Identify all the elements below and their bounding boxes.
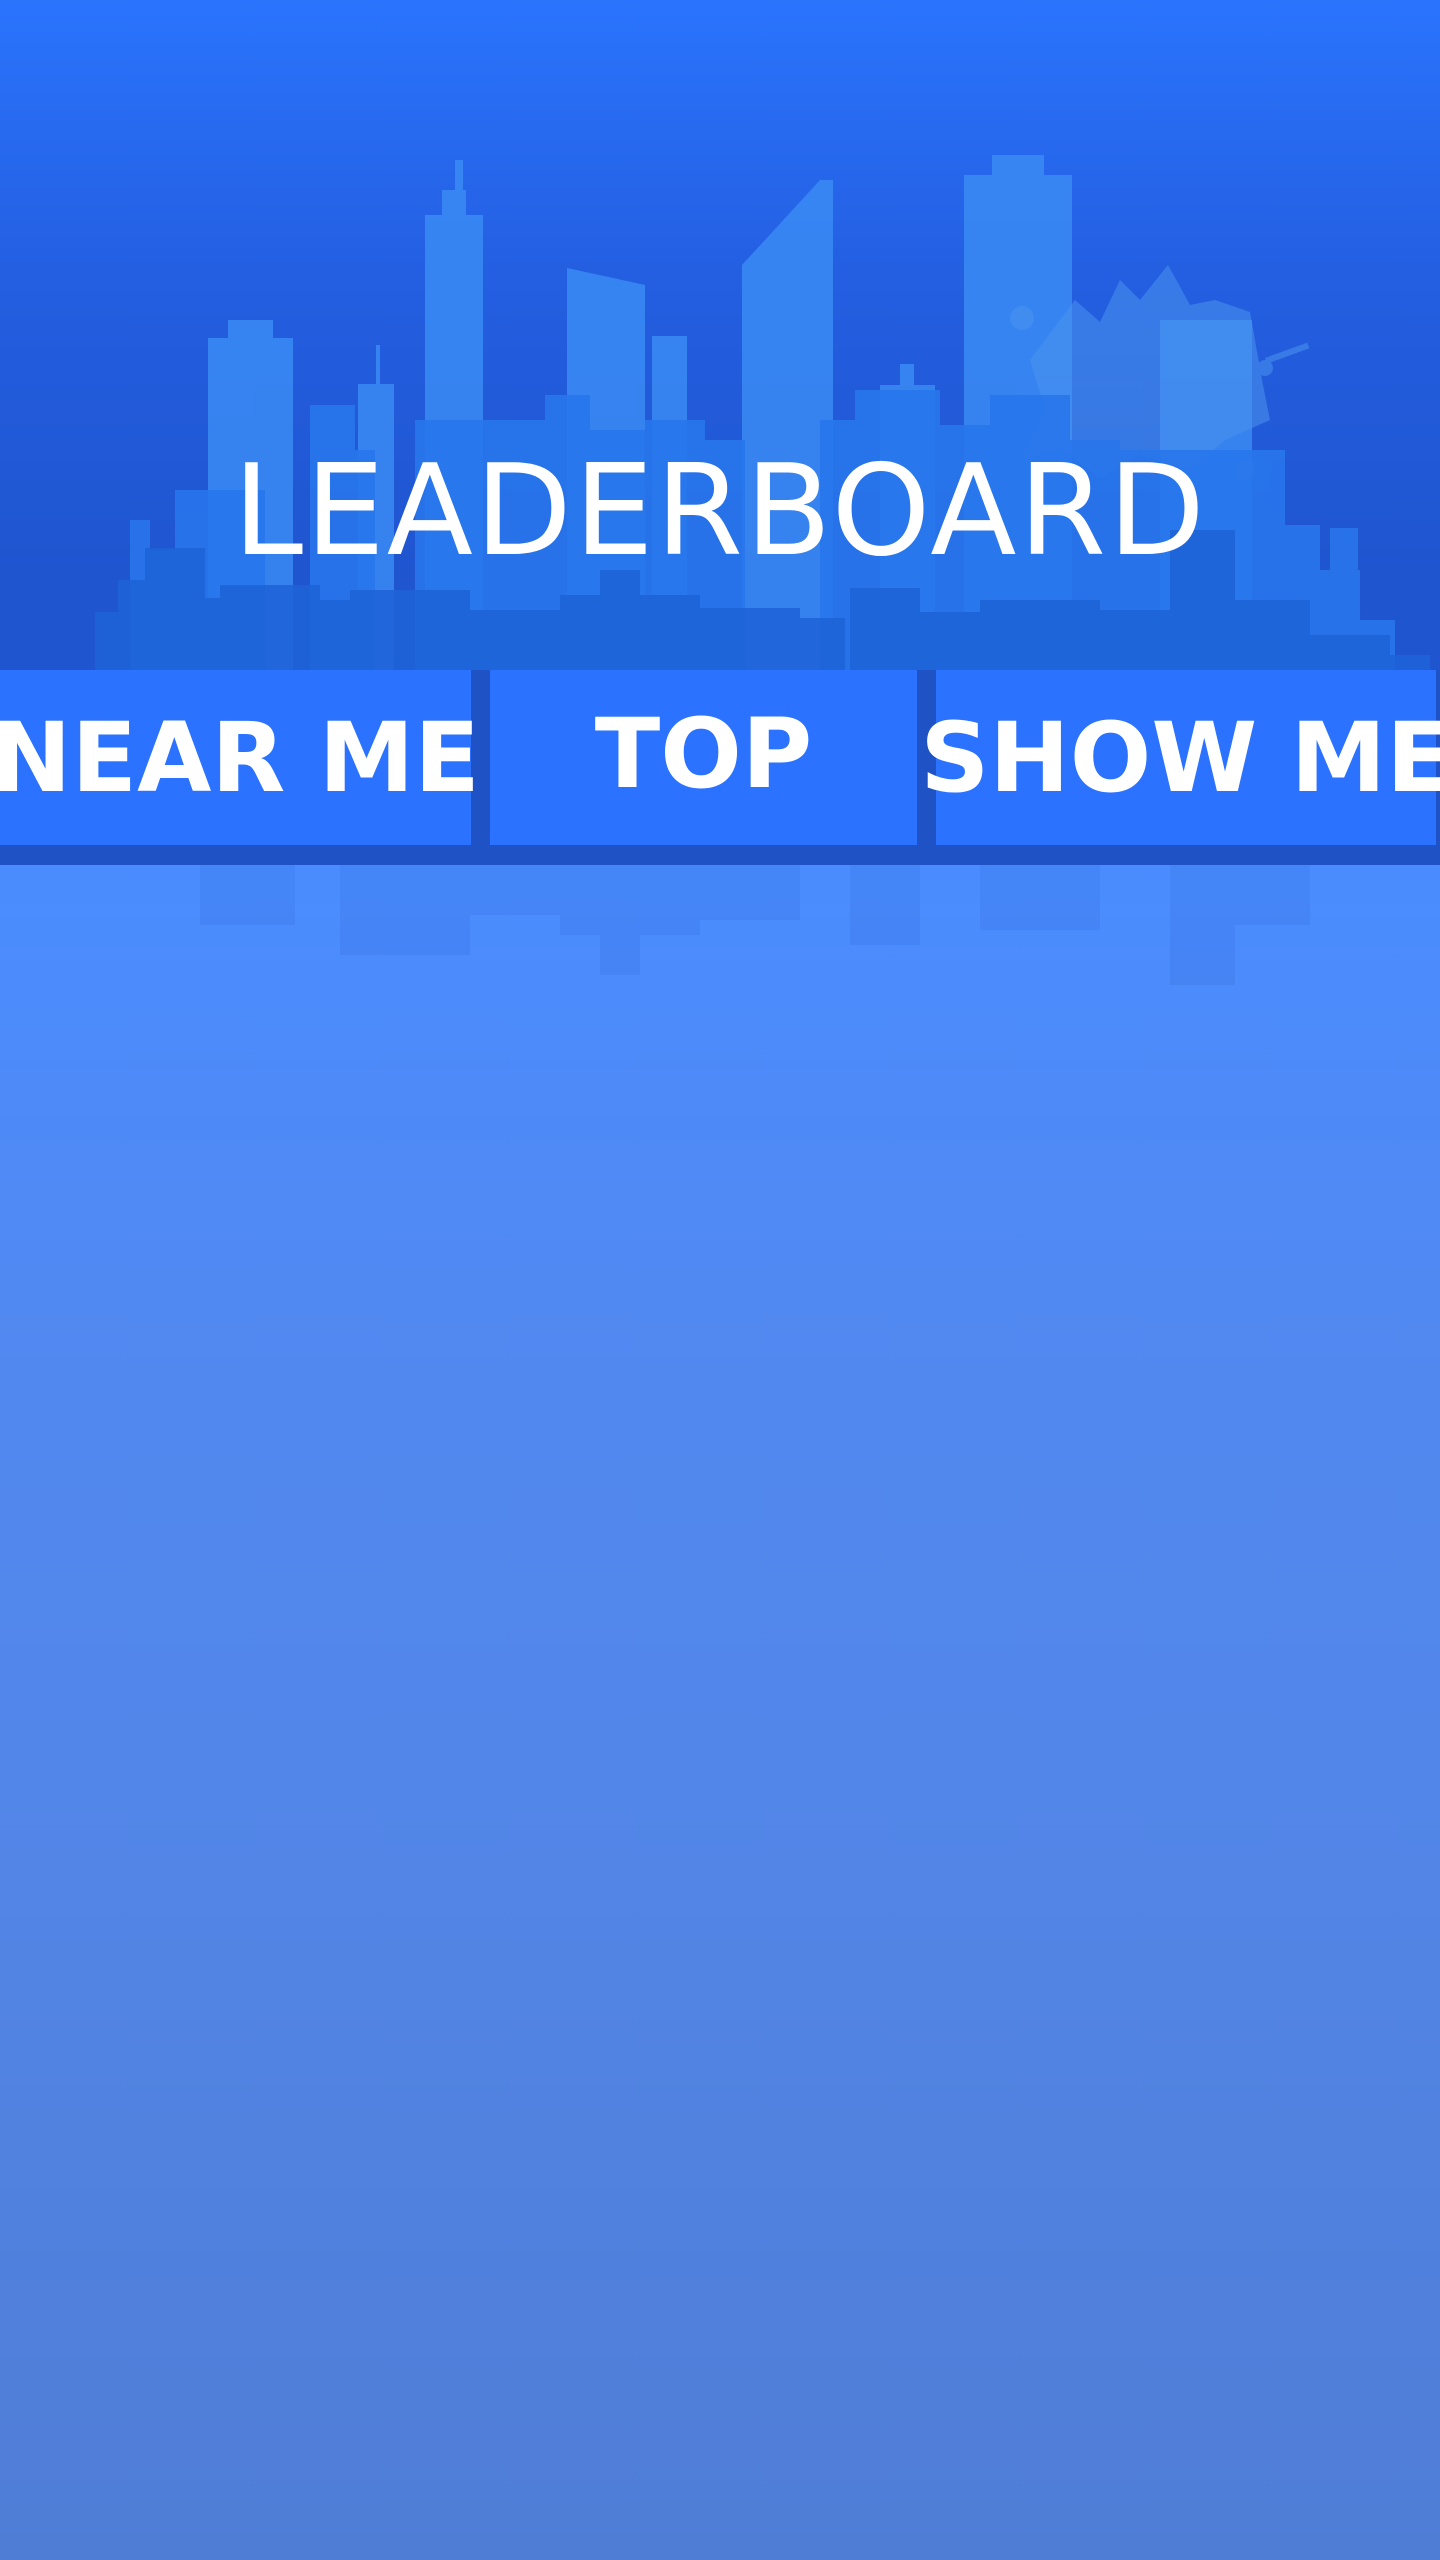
page-title: LEADERBOARD [232,437,1208,584]
leaderboard-header: LEADERBOARD [0,0,1440,670]
skyline-reflection-icon [200,865,1310,985]
tab-top[interactable]: TOP [490,670,917,845]
leaderboard-list-area [0,865,1440,2560]
tab-show-me[interactable]: SHOW ME [920,670,1440,845]
tab-near-me[interactable]: NEAR ME [0,670,480,845]
